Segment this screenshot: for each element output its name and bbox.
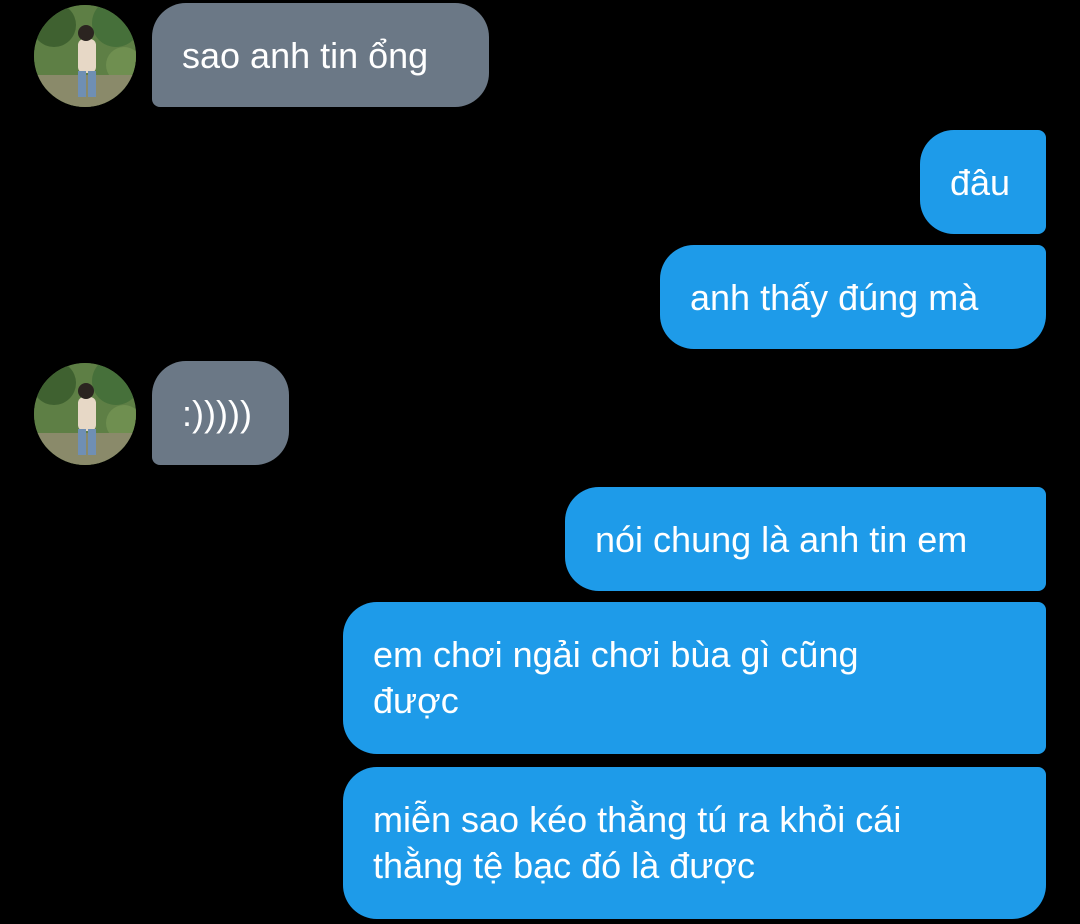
message-bubble-outgoing[interactable]: nói chung là anh tin em: [565, 487, 1046, 591]
message-bubble-outgoing[interactable]: anh thấy đúng mà: [660, 245, 1046, 349]
message-bubble-outgoing[interactable]: miễn sao kéo thằng tú ra khỏi cái thằng …: [343, 767, 1046, 919]
contact-avatar-icon[interactable]: [34, 5, 136, 107]
message-bubble-incoming[interactable]: :))))): [152, 361, 289, 465]
message-bubble-outgoing[interactable]: đâu: [920, 130, 1046, 234]
chat-screen: { "conversation": { "messages": [ {"dire…: [0, 0, 1080, 924]
message-bubble-outgoing[interactable]: em chơi ngải chơi bùa gì cũng được: [343, 602, 1046, 754]
message-bubble-incoming[interactable]: sao anh tin ổng: [152, 3, 489, 107]
contact-avatar-icon[interactable]: [34, 363, 136, 465]
